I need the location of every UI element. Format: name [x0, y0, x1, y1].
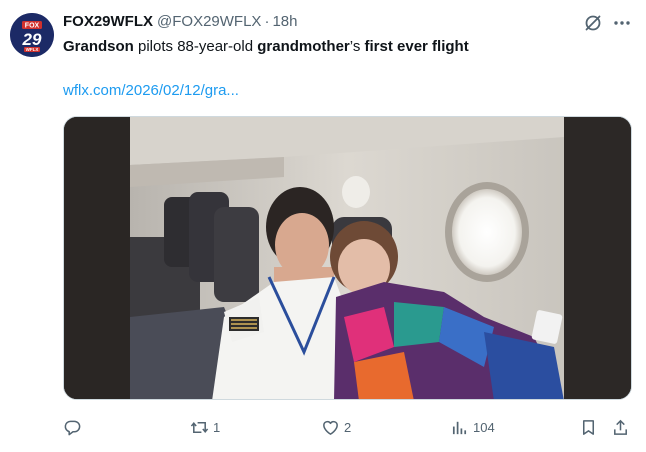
bookmark-icon: [582, 419, 595, 435]
author-handle[interactable]: @FOX29WFLX: [157, 13, 261, 30]
avatar-bottom-text: WFLX: [26, 47, 39, 52]
text-bold-grandmother: grandmother: [257, 38, 350, 55]
tweet-header: FOX29WFLX @FOX29WFLX · 18h: [63, 13, 297, 33]
timestamp[interactable]: 18h: [272, 13, 297, 30]
text-segment: ’s: [349, 38, 365, 55]
avatar[interactable]: FOX 29 WFLX: [10, 13, 54, 57]
views-button[interactable]: 104: [450, 416, 495, 438]
text-bold-first-ever-flight: first ever flight: [364, 38, 469, 55]
repost-count: 1: [213, 419, 221, 435]
tweet-photo[interactable]: [63, 116, 632, 400]
separator-dot: ·: [264, 13, 270, 30]
like-button[interactable]: 2: [321, 416, 351, 438]
like-icon: [323, 420, 338, 435]
text-bold-grandson: Grandson: [63, 38, 134, 55]
grok-icon[interactable]: [583, 13, 603, 33]
author-name[interactable]: FOX29WFLX: [63, 13, 153, 30]
action-bar: 1 2 104: [63, 416, 632, 438]
like-count: 2: [344, 419, 352, 435]
repost-icon: [190, 421, 209, 433]
views-count: 104: [473, 419, 495, 435]
tweet-text: Grandson pilots 88-year-old grandmother’…: [63, 37, 623, 57]
views-icon: [452, 421, 467, 434]
avatar-number-text: 29: [22, 30, 42, 49]
reply-icon: [64, 420, 81, 435]
avatar-top-text: FOX: [25, 23, 40, 30]
reply-button[interactable]: [63, 416, 82, 438]
share-icon: [614, 419, 627, 435]
text-segment: pilots 88-year-old: [133, 38, 258, 55]
share-button[interactable]: [611, 416, 630, 438]
tweet[interactable]: FOX 29 WFLX FOX29WFLX @FOX29WFLX · 18h G…: [0, 0, 646, 452]
bookmark-button[interactable]: [579, 416, 598, 438]
photo-scene: [64, 117, 631, 399]
more-icon[interactable]: [612, 13, 632, 33]
tweet-link[interactable]: wflx.com/2026/02/12/gra...: [63, 82, 239, 99]
repost-button[interactable]: 1: [190, 416, 220, 438]
